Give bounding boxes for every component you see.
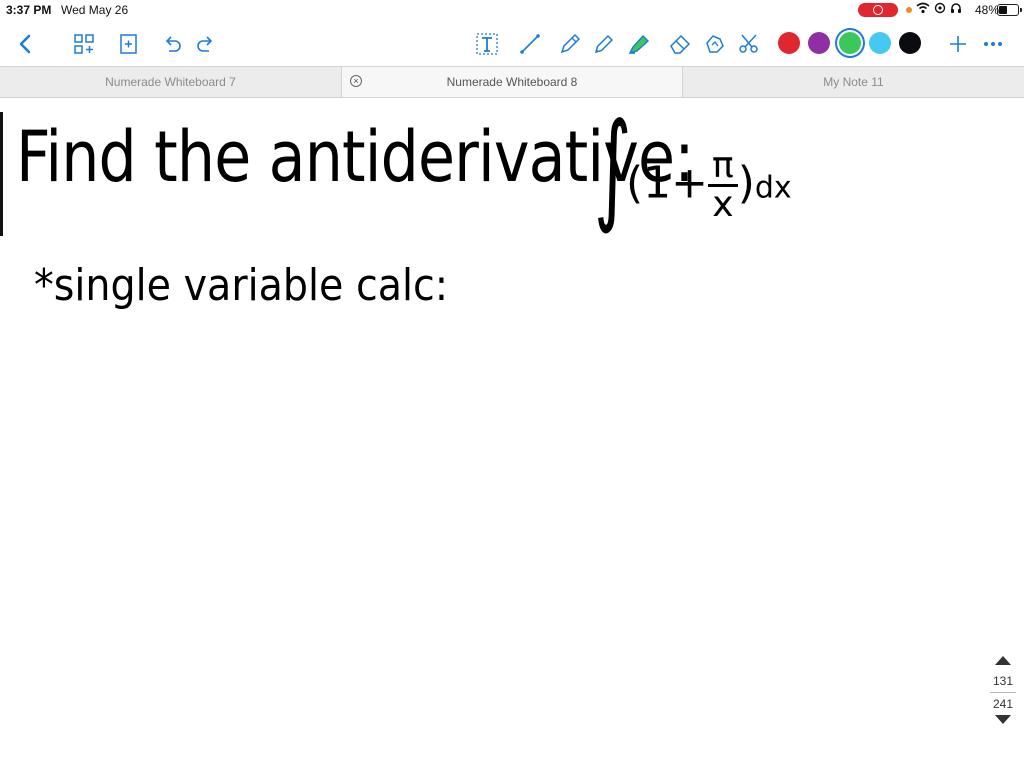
- tab-label: Numerade Whiteboard 8: [446, 75, 578, 89]
- location-lock-icon: [934, 2, 946, 18]
- color-swatch-purple[interactable]: [808, 32, 830, 54]
- status-date: Wed May 26: [61, 3, 129, 17]
- more-icon[interactable]: [981, 32, 1005, 56]
- undo-icon[interactable]: [160, 32, 184, 56]
- mic-indicator-icon: [906, 7, 912, 13]
- integrand-expression: (1+ π x)dx: [626, 148, 792, 223]
- battery-percent: 48%: [975, 3, 1000, 17]
- pen-icon[interactable]: [558, 32, 582, 56]
- fraction: πx: [708, 148, 738, 223]
- page-down-icon[interactable]: [995, 715, 1011, 724]
- color-swatch-red[interactable]: [778, 32, 800, 54]
- pencil-icon[interactable]: [592, 32, 616, 56]
- page-up-icon[interactable]: [995, 656, 1011, 665]
- redo-icon[interactable]: [194, 32, 218, 56]
- margin-line: [0, 112, 3, 236]
- text-tool-icon[interactable]: [475, 32, 499, 56]
- toolbar: [0, 22, 1024, 66]
- handwritten-line-1: Find the antiderivative:: [16, 116, 695, 198]
- status-time: 3:37 PM: [6, 3, 52, 17]
- screen-recording-icon[interactable]: [858, 3, 898, 17]
- total-pages: 241: [992, 697, 1014, 711]
- handwritten-line-2: *single variable calc:: [34, 260, 449, 311]
- tab-numerade-whiteboard-8[interactable]: × Numerade Whiteboard 8: [341, 67, 683, 97]
- color-swatch-green[interactable]: [839, 32, 861, 54]
- headphones-icon: [950, 2, 962, 18]
- expr-open: (1+: [626, 157, 709, 209]
- wifi-icon: [916, 2, 930, 18]
- tab-my-note-11[interactable]: My Note 11: [683, 67, 1024, 97]
- add-icon[interactable]: [946, 32, 970, 56]
- thumbnails-icon[interactable]: [72, 32, 96, 56]
- fraction-denominator: x: [712, 184, 734, 225]
- document-tab-bar: Numerade Whiteboard 7 × Numerade Whitebo…: [0, 66, 1024, 98]
- expr-close: ): [737, 157, 755, 209]
- tab-label: Numerade Whiteboard 7: [105, 75, 236, 89]
- close-tab-icon[interactable]: ×: [350, 75, 362, 87]
- page-navigator: 131 241: [988, 656, 1018, 736]
- tab-label: My Note 11: [823, 75, 884, 89]
- lasso-line-icon[interactable]: [518, 32, 542, 56]
- current-page-number: 131: [992, 674, 1014, 688]
- tab-numerade-whiteboard-7[interactable]: Numerade Whiteboard 7: [0, 67, 341, 97]
- fraction-numerator: π: [708, 148, 738, 187]
- highlighter-icon[interactable]: [627, 32, 651, 56]
- scissors-icon[interactable]: [737, 32, 761, 56]
- shape-tool-icon[interactable]: [703, 32, 727, 56]
- back-chevron-icon[interactable]: [14, 32, 38, 56]
- color-swatch-cyan[interactable]: [869, 32, 891, 54]
- color-swatch-black[interactable]: [899, 32, 921, 54]
- battery-icon: [997, 4, 1022, 16]
- differential-dx: dx: [754, 170, 792, 206]
- add-page-icon[interactable]: [117, 32, 141, 56]
- eraser-icon[interactable]: [668, 32, 692, 56]
- status-bar: 3:37 PM Wed May 26 48%: [0, 0, 1024, 20]
- pager-divider: [990, 692, 1016, 693]
- whiteboard-canvas[interactable]: Find the antiderivative: ∫ (1+ π x)dx *sin…: [0, 98, 1024, 768]
